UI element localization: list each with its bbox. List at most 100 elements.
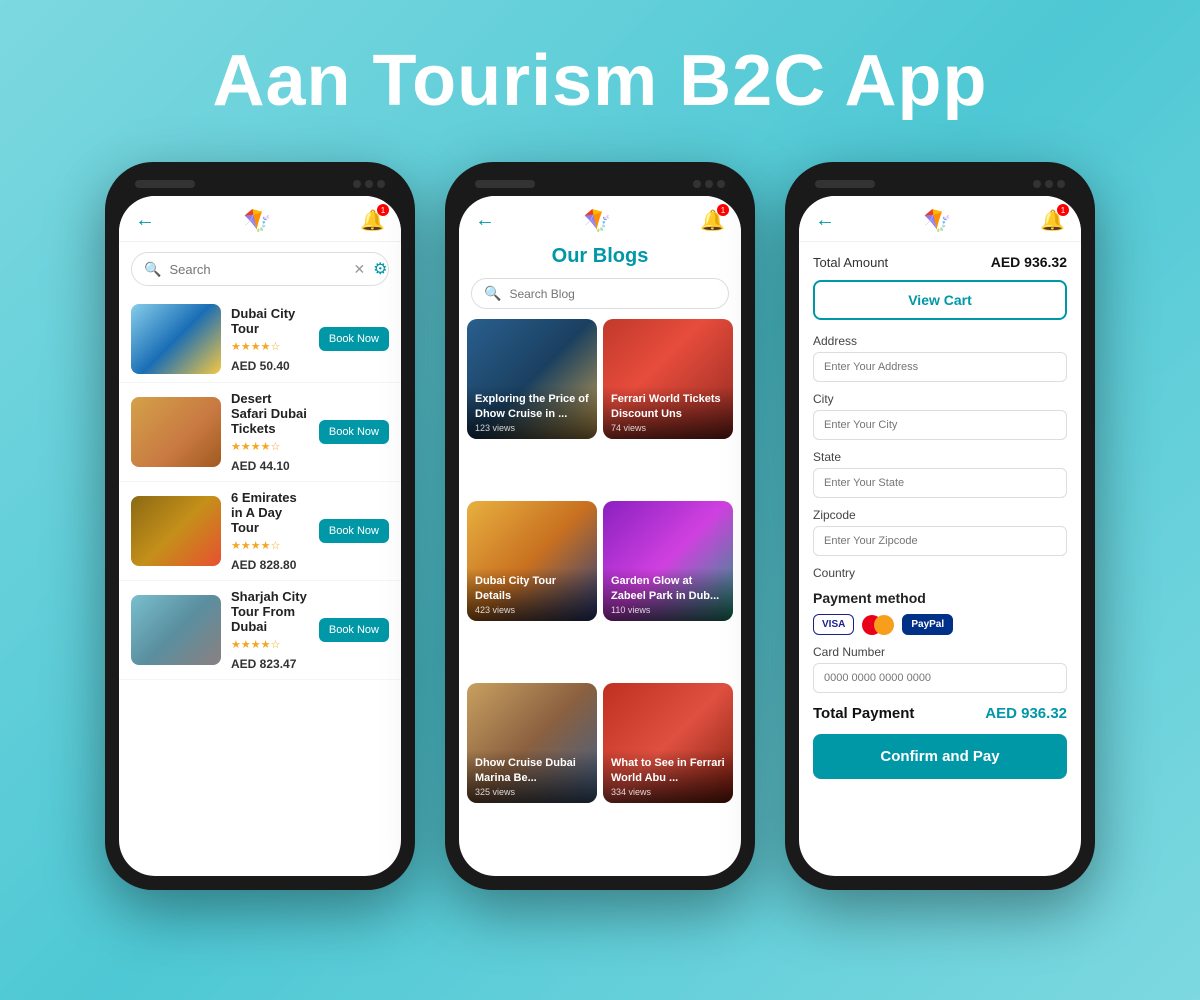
card-number-label: Card Number (813, 645, 1067, 659)
speaker-1 (135, 180, 195, 188)
blog-title-4: Dhow Cruise Dubai Marina Be... (475, 756, 589, 785)
tour-info-3: Sharjah City Tour From Dubai ★★★★☆ AED 8… (231, 589, 309, 671)
country-label: Country (813, 566, 1067, 580)
total-amount-row: Total Amount AED 936.32 (813, 254, 1067, 270)
camera-group-3 (1033, 180, 1065, 188)
city-input[interactable] (813, 410, 1067, 440)
tour-price-0: AED 50.40 (231, 359, 309, 373)
phone-2-notch (459, 176, 741, 196)
tour-thumb-2 (131, 496, 221, 566)
back-arrow-2[interactable]: ← (475, 209, 495, 232)
blog-search-bar: 🔍 (471, 278, 729, 309)
tour-stars-2: ★★★★☆ (231, 539, 309, 552)
total-amount-label: Total Amount (813, 255, 888, 270)
filter-icon-1[interactable]: ⚙ (373, 259, 387, 279)
blog-title-5: What to See in Ferrari World Abu ... (611, 756, 725, 785)
book-button-3[interactable]: Book Now (319, 618, 389, 642)
paypal-badge[interactable]: PayPal (902, 614, 953, 635)
phone-3-notch (799, 176, 1081, 196)
blog-overlay-3: Garden Glow at Zabeel Park in Dub... 110… (603, 568, 733, 621)
camera-dot-5 (705, 180, 713, 188)
blog-card[interactable]: Dhow Cruise Dubai Marina Be... 325 views (467, 683, 597, 803)
total-amount-value: AED 936.32 (991, 254, 1067, 270)
tour-info-0: Dubai City Tour ★★★★☆ AED 50.40 (231, 306, 309, 373)
cart-icon-1[interactable]: 🔔 1 (360, 208, 385, 233)
blog-title-2: Dubai City Tour Details (475, 574, 589, 603)
search-input-1[interactable] (169, 262, 345, 277)
payment-method-label: Payment method (813, 590, 1067, 606)
country-group: Country (813, 566, 1067, 580)
blog-card[interactable]: Garden Glow at Zabeel Park in Dub... 110… (603, 501, 733, 621)
camera-group-2 (693, 180, 725, 188)
blog-overlay-0: Exploring the Price of Dhow Cruise in ..… (467, 386, 597, 439)
tour-stars-0: ★★★★☆ (231, 340, 309, 353)
book-button-2[interactable]: Book Now (319, 519, 389, 543)
tour-name-3: Sharjah City Tour From Dubai (231, 589, 309, 634)
blog-card[interactable]: Dubai City Tour Details 423 views (467, 501, 597, 621)
blog-search-input[interactable] (509, 287, 716, 301)
tour-thumb-1 (131, 397, 221, 467)
blog-views-3: 110 views (611, 605, 725, 615)
phone-1: ← 🪁 🔔 1 🔍 ✕ ⚙ Dubai Ci (105, 162, 415, 890)
blog-views-1: 74 views (611, 423, 725, 433)
blog-views-5: 334 views (611, 787, 725, 797)
camera-dot-3 (377, 180, 385, 188)
back-arrow-1[interactable]: ← (135, 209, 155, 232)
camera-group-1 (353, 180, 385, 188)
tour-name-2: 6 Emirates in A Day Tour (231, 490, 309, 535)
blog-card[interactable]: Exploring the Price of Dhow Cruise in ..… (467, 319, 597, 439)
app-logo-3: 🪁 (924, 210, 951, 232)
zipcode-label: Zipcode (813, 508, 1067, 522)
mastercard-badge[interactable] (862, 614, 894, 635)
address-input[interactable] (813, 352, 1067, 382)
blog-overlay-5: What to See in Ferrari World Abu ... 334… (603, 750, 733, 803)
search-bar-1: 🔍 ✕ ⚙ (131, 252, 389, 286)
search-icon-1: 🔍 (144, 261, 161, 278)
blog-card[interactable]: Ferrari World Tickets Discount Uns 74 vi… (603, 319, 733, 439)
tour-item: Desert Safari Dubai Tickets ★★★★☆ AED 44… (119, 383, 401, 482)
total-payment-row: Total Payment AED 936.32 (813, 705, 1067, 722)
phone-3-screen: ← 🪁 🔔 1 Total Amount AED 936.32 View Car… (799, 196, 1081, 876)
camera-dot-7 (1033, 180, 1041, 188)
speaker-3 (815, 180, 875, 188)
blogs-title-colored: Blogs (593, 245, 649, 267)
cart-icon-3[interactable]: 🔔 1 (1040, 208, 1065, 233)
camera-dot-9 (1057, 180, 1065, 188)
back-arrow-3[interactable]: ← (815, 209, 835, 232)
visa-badge[interactable]: VISA (813, 614, 854, 635)
zipcode-group: Zipcode (813, 508, 1067, 556)
confirm-pay-button[interactable]: Confirm and Pay (813, 734, 1067, 779)
blogs-title-plain: Our (552, 245, 593, 267)
tour-info-2: 6 Emirates in A Day Tour ★★★★☆ AED 828.8… (231, 490, 309, 572)
view-cart-button[interactable]: View Cart (813, 280, 1067, 320)
tour-price-2: AED 828.80 (231, 558, 309, 572)
zipcode-input[interactable] (813, 526, 1067, 556)
tour-item: Dubai City Tour ★★★★☆ AED 50.40 Book Now (119, 296, 401, 383)
state-input[interactable] (813, 468, 1067, 498)
payment-method-group: Payment method VISA PayPal (813, 590, 1067, 635)
state-group: State (813, 450, 1067, 498)
tour-price-3: AED 823.47 (231, 657, 309, 671)
clear-icon-1[interactable]: ✕ (353, 261, 365, 278)
total-payment-label: Total Payment (813, 705, 914, 722)
tour-thumb-3 (131, 595, 221, 665)
tour-list: Dubai City Tour ★★★★☆ AED 50.40 Book Now… (119, 296, 401, 866)
tour-thumb-0 (131, 304, 221, 374)
blog-card[interactable]: What to See in Ferrari World Abu ... 334… (603, 683, 733, 803)
card-number-input[interactable] (813, 663, 1067, 693)
camera-dot-2 (365, 180, 373, 188)
speaker-2 (475, 180, 535, 188)
cart-icon-2[interactable]: 🔔 1 (700, 208, 725, 233)
book-button-0[interactable]: Book Now (319, 327, 389, 351)
phones-container: ← 🪁 🔔 1 🔍 ✕ ⚙ Dubai Ci (105, 162, 1095, 890)
book-button-1[interactable]: Book Now (319, 420, 389, 444)
tour-item: Sharjah City Tour From Dubai ★★★★☆ AED 8… (119, 581, 401, 680)
blog-search-icon: 🔍 (484, 285, 501, 302)
blog-title-3: Garden Glow at Zabeel Park in Dub... (611, 574, 725, 603)
blog-overlay-2: Dubai City Tour Details 423 views (467, 568, 597, 621)
tour-item: 6 Emirates in A Day Tour ★★★★☆ AED 828.8… (119, 482, 401, 581)
tour-stars-1: ★★★★☆ (231, 440, 309, 453)
total-payment-amount: AED 936.32 (985, 705, 1067, 722)
cart-badge-3: 1 (1057, 204, 1069, 216)
camera-dot-8 (1045, 180, 1053, 188)
